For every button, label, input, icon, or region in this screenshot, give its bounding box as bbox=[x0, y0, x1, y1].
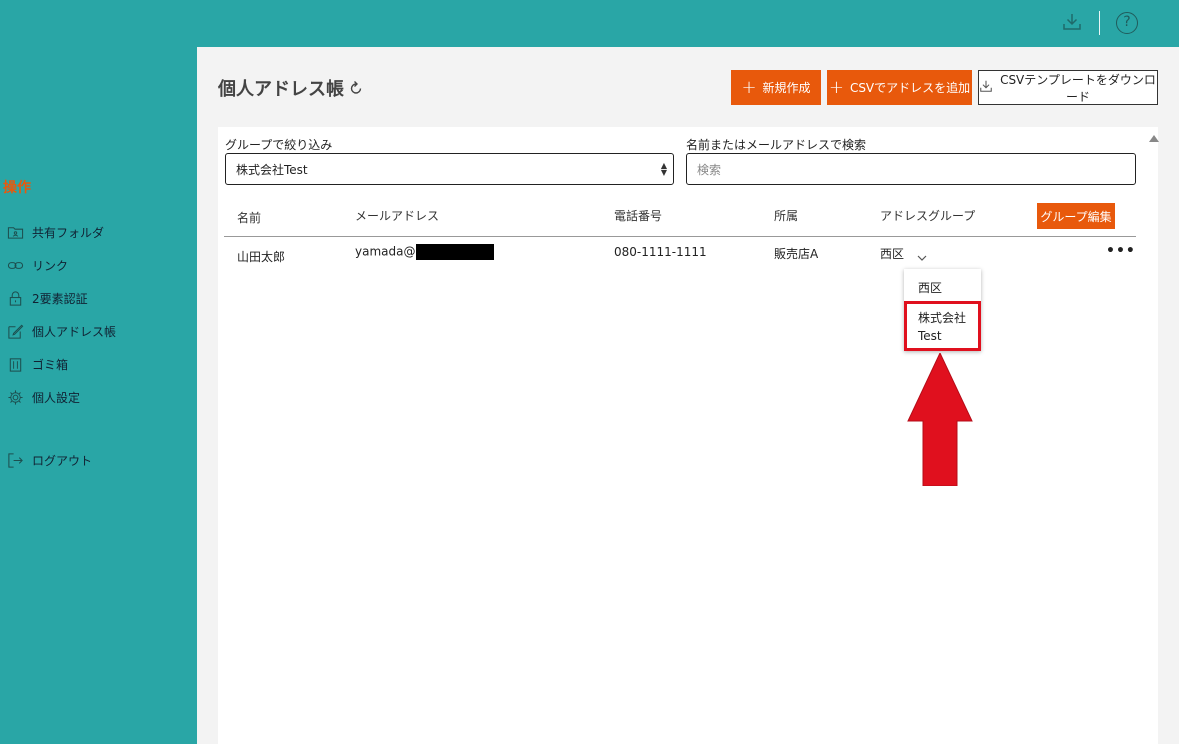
plus-icon: + bbox=[828, 76, 844, 98]
sidebar-section-title: 操作 bbox=[3, 180, 31, 196]
help-icon[interactable]: ? bbox=[1116, 12, 1138, 34]
page-title: 個人アドレス帳 bbox=[218, 75, 364, 101]
csv-add-button-label: CSVでアドレスを追加 bbox=[849, 81, 971, 95]
sidebar: 操作 共有フォルダ リンク 2要素認証 個人アドレス帳 ゴミ箱 個人設定 ログア… bbox=[0, 47, 197, 744]
sidebar-item-label: ゴミ箱 bbox=[32, 357, 69, 372]
page-title-text: 個人アドレス帳 bbox=[218, 79, 344, 100]
shared-folder-icon bbox=[6, 223, 24, 241]
download-icon[interactable] bbox=[1061, 11, 1083, 33]
lock-icon bbox=[6, 289, 24, 307]
sidebar-item-label: 2要素認証 bbox=[32, 291, 88, 306]
sidebar-item-link[interactable]: リンク bbox=[0, 254, 68, 276]
trash-icon bbox=[6, 355, 24, 373]
edit-icon bbox=[6, 322, 24, 340]
gear-icon bbox=[6, 388, 24, 406]
sidebar-item-logout[interactable]: ログアウト bbox=[0, 449, 92, 471]
logout-icon bbox=[6, 451, 24, 469]
group-filter-value: 株式会社Test bbox=[236, 162, 308, 177]
new-button[interactable]: + 新規作成 bbox=[731, 70, 821, 105]
sidebar-item-2fa[interactable]: 2要素認証 bbox=[0, 287, 88, 309]
column-header-affiliation: 所属 bbox=[774, 209, 799, 223]
search-input[interactable]: 検索 bbox=[686, 153, 1136, 185]
scroll-up-arrow[interactable] bbox=[1149, 135, 1159, 142]
sidebar-item-trash[interactable]: ゴミ箱 bbox=[0, 353, 68, 375]
link-icon bbox=[6, 256, 24, 274]
sidebar-item-shared-folder[interactable]: 共有フォルダ bbox=[0, 221, 104, 243]
csv-template-button[interactable]: CSVテンプレートをダウンロード bbox=[978, 70, 1158, 105]
new-button-label: 新規作成 bbox=[762, 81, 811, 95]
search-label: 名前またはメールアドレスで検索 bbox=[686, 138, 867, 152]
column-header-group: アドレスグループ bbox=[880, 209, 976, 223]
csv-template-button-label: CSVテンプレートをダウンロード bbox=[1000, 72, 1156, 104]
row-name: 山田太郎 bbox=[237, 250, 286, 264]
refresh-icon[interactable] bbox=[348, 80, 364, 96]
sidebar-item-address-book[interactable]: 個人アドレス帳 bbox=[0, 320, 116, 342]
select-updown-icon: ▲ ▼ bbox=[660, 161, 667, 177]
annotation-arrow bbox=[907, 353, 973, 486]
row-phone: 080-1111-1111 bbox=[614, 245, 707, 259]
download-icon bbox=[979, 79, 993, 96]
top-bar: ? bbox=[0, 0, 1179, 47]
row-group: 西区 bbox=[880, 247, 905, 261]
sidebar-item-label: リンク bbox=[32, 258, 69, 273]
csv-add-button[interactable]: + CSVでアドレスを追加 bbox=[827, 70, 972, 105]
group-filter-label: グループで絞り込み bbox=[225, 138, 333, 152]
address-list-card: グループで絞り込み 株式会社Test ▲ ▼ 名前またはメールアドレスで検索 検索… bbox=[218, 127, 1159, 744]
sidebar-item-settings[interactable]: 個人設定 bbox=[0, 386, 80, 408]
topbar-divider bbox=[1099, 11, 1100, 35]
annotation-highlight-box bbox=[904, 301, 981, 351]
group-filter-select[interactable]: 株式会社Test ▲ ▼ bbox=[225, 153, 674, 185]
sidebar-item-label: 共有フォルダ bbox=[32, 225, 105, 240]
row-email: yamada@ bbox=[355, 244, 495, 260]
group-edit-button[interactable]: グループ編集 bbox=[1037, 203, 1115, 229]
column-header-email: メールアドレス bbox=[355, 209, 440, 223]
more-options-icon[interactable]: ••• bbox=[1106, 243, 1136, 259]
main-content: 個人アドレス帳 + 新規作成 + CSVでアドレスを追加 CSVテンプレートをダ… bbox=[197, 47, 1179, 744]
sidebar-item-label: 個人アドレス帳 bbox=[32, 324, 117, 339]
plus-icon: + bbox=[741, 76, 757, 98]
dropdown-option[interactable]: 西区 bbox=[904, 279, 981, 296]
search-placeholder: 検索 bbox=[697, 162, 722, 177]
chevron-down-icon[interactable] bbox=[916, 249, 928, 261]
table-header-divider bbox=[224, 236, 1136, 237]
redaction-box bbox=[416, 244, 495, 260]
column-header-name: 名前 bbox=[237, 211, 262, 225]
sidebar-item-label: 個人設定 bbox=[32, 390, 81, 405]
row-affiliation: 販売店A bbox=[774, 247, 819, 261]
row-email-text: yamada@ bbox=[355, 244, 416, 259]
column-header-phone: 電話番号 bbox=[614, 209, 663, 223]
sidebar-item-label: ログアウト bbox=[32, 453, 93, 468]
